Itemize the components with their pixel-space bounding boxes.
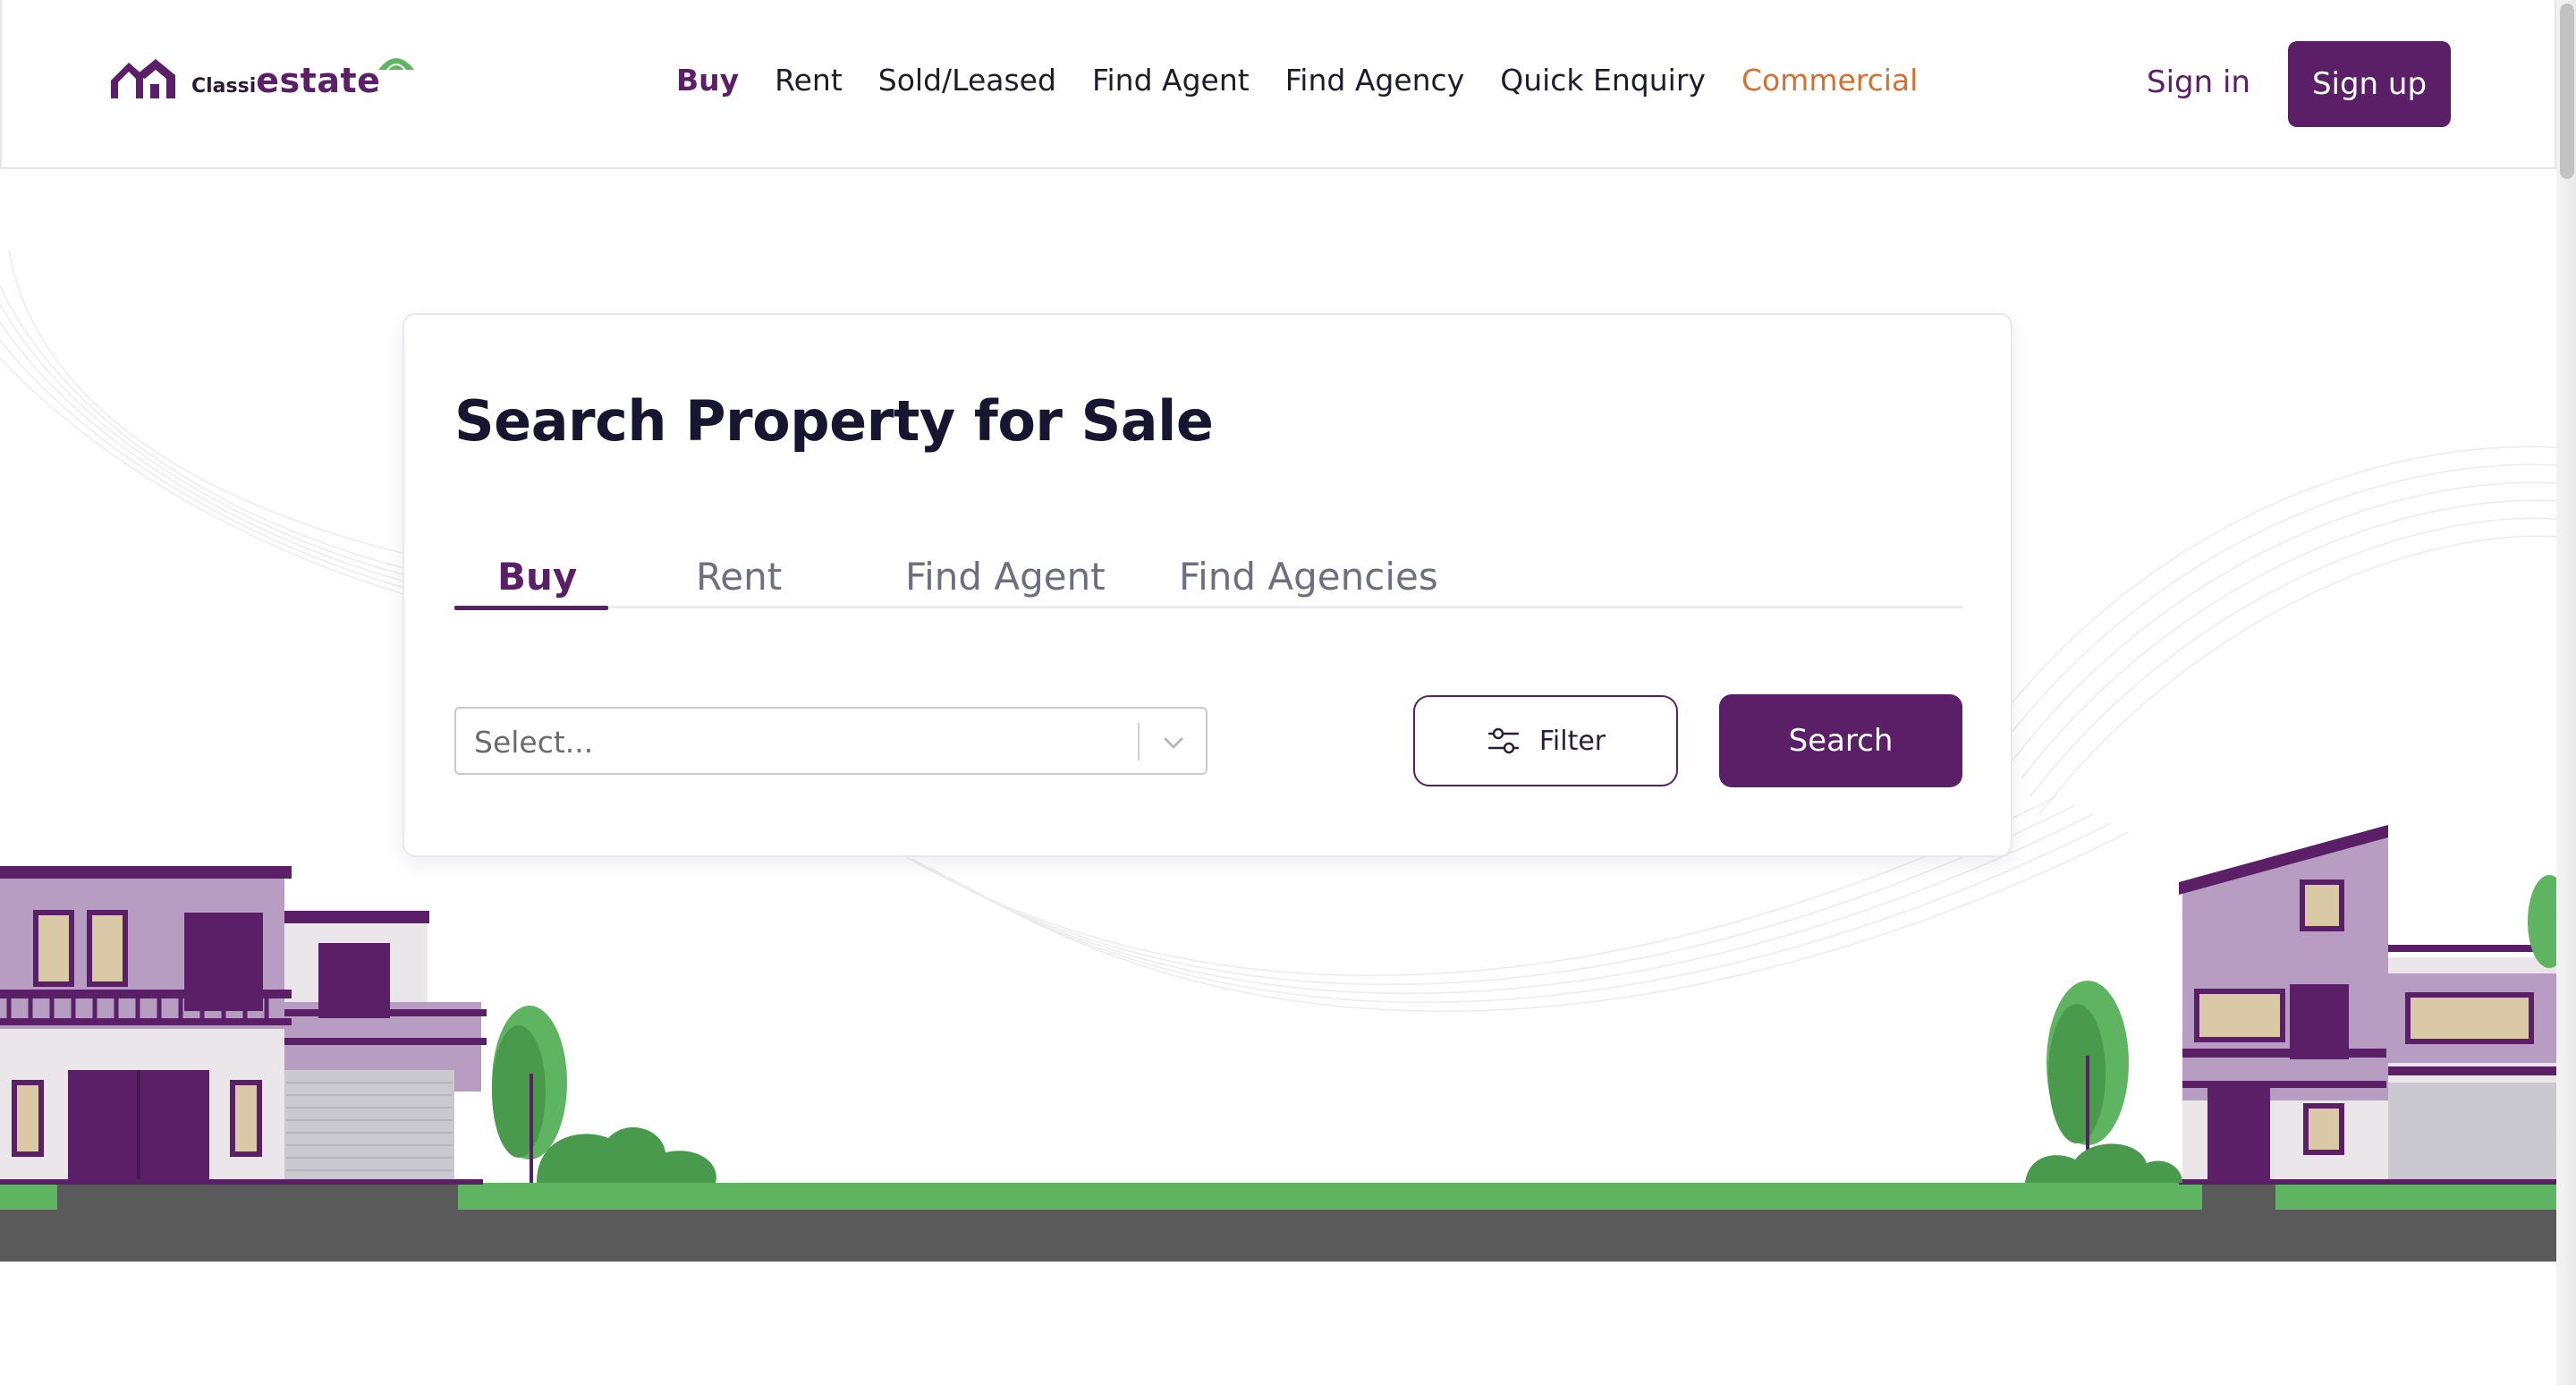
nav-find-agent[interactable]: Find Agent	[1092, 63, 1250, 98]
filter-button[interactable]: Filter	[1413, 695, 1678, 786]
location-select[interactable]: Select...	[454, 707, 1208, 775]
sign-in-link[interactable]: Sign in	[2147, 64, 2250, 100]
select-separator	[1138, 723, 1140, 760]
street-houses-illustration	[0, 825, 2556, 1262]
umbrella-logo-icon	[378, 58, 415, 71]
tab-find-agencies[interactable]: Find Agencies	[1179, 555, 1438, 599]
chevron-down-icon[interactable]	[1159, 728, 1188, 757]
sliders-icon	[1487, 727, 1520, 754]
scrollbar-thumb[interactable]	[2560, 4, 2574, 179]
nav-sold-leased[interactable]: Sold/Leased	[878, 63, 1056, 98]
filter-label: Filter	[1538, 725, 1606, 757]
sign-up-button[interactable]: Sign up	[2288, 41, 2451, 127]
nav-buy[interactable]: Buy	[676, 63, 739, 98]
search-button[interactable]: Search	[1719, 694, 1962, 787]
tab-rent[interactable]: Rent	[696, 555, 782, 599]
main-nav: Buy Rent Sold/Leased Find Agent Find Age…	[676, 63, 1918, 98]
house-roof-logo-icon	[111, 59, 175, 98]
search-card: Search Property for Sale Buy Rent Find A…	[402, 313, 2012, 857]
search-title: Search Property for Sale	[454, 388, 1214, 454]
logo-wordmark: Classi estate	[191, 61, 380, 100]
nav-commercial[interactable]: Commercial	[1741, 63, 1918, 98]
logo-small-text: Classi	[191, 75, 257, 98]
page-scrollbar[interactable]	[2556, 0, 2576, 1385]
top-header: Classi estate Buy Rent Sold/Leased Find …	[0, 0, 2556, 169]
classiestate-logo[interactable]: Classi estate	[109, 47, 418, 100]
nav-rent[interactable]: Rent	[775, 63, 843, 98]
tab-find-agent[interactable]: Find Agent	[905, 555, 1106, 599]
logo-big-text: estate	[256, 61, 381, 100]
search-tabs: Buy Rent Find Agent Find Agencies	[454, 555, 1962, 610]
select-placeholder: Select...	[474, 725, 594, 760]
left-house-illustration	[0, 866, 716, 1185]
right-house-illustration	[2025, 825, 2556, 1185]
active-tab-indicator	[454, 606, 608, 610]
tab-buy[interactable]: Buy	[497, 555, 577, 599]
nav-quick-enquiry[interactable]: Quick Enquiry	[1500, 63, 1706, 98]
nav-find-agency[interactable]: Find Agency	[1285, 63, 1465, 98]
